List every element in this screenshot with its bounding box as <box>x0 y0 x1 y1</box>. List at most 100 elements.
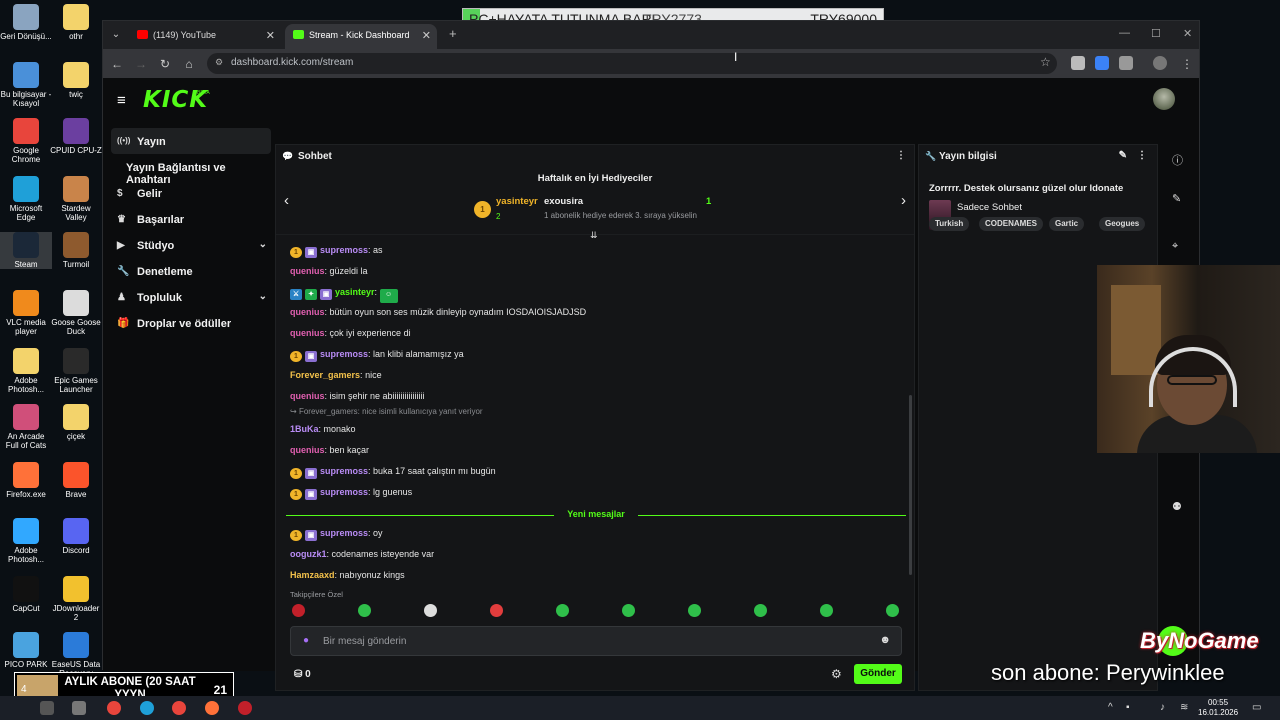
desktop-icon[interactable]: Microsoft Edge <box>0 176 52 222</box>
chat-message[interactable]: 1BuKa: monako <box>290 424 356 434</box>
network-icon[interactable]: ≋ <box>1180 702 1188 713</box>
chat-username[interactable]: supremoss <box>320 528 368 538</box>
emote-icon[interactable] <box>622 604 635 617</box>
chat-message[interactable]: 1 ▣ supremoss: lan klibi alamamışız ya <box>290 349 464 362</box>
desktop-icon[interactable]: Brave <box>50 462 102 499</box>
chat-message-input[interactable]: ● Bir mesaj gönderin ☻ <box>290 626 902 656</box>
new-tab-button[interactable]: + <box>449 26 457 41</box>
chat-message[interactable]: Forever_gamers: nice <box>290 370 382 380</box>
chevron-down-icon[interactable]: ⌄ <box>259 291 267 302</box>
chat-message[interactable]: 1 ▣ supremoss: lg guenus <box>290 487 412 500</box>
more-options-icon[interactable]: ⋮ <box>896 150 906 161</box>
info-icon[interactable]: ⓘ <box>1172 152 1183 168</box>
chat-username[interactable]: Forever_gamers <box>290 370 360 380</box>
desktop-icon[interactable]: twiç <box>50 62 102 99</box>
emoji-icon[interactable]: ☻ <box>879 634 891 646</box>
emote-icon[interactable] <box>424 604 437 617</box>
edit-icon[interactable]: ✎ <box>1119 150 1127 161</box>
reply-context[interactable]: ↪ Forever_gamers: nice isimli kullanıcıy… <box>290 407 483 416</box>
desktop-icon[interactable]: VLC media player <box>0 290 52 336</box>
send-button[interactable]: Gönder <box>854 664 902 684</box>
sidebar-item[interactable]: Yayın Bağlantısı ve Anahtarı <box>111 154 271 186</box>
obs-icon[interactable] <box>238 701 252 715</box>
desktop-icon[interactable]: othr <box>50 4 102 41</box>
chat-username[interactable]: ooguzk1 <box>290 549 327 559</box>
desktop-icon[interactable]: Bu bilgisayar - Kısayol <box>0 62 52 108</box>
stream-tag[interactable]: Geogues <box>1099 217 1146 231</box>
close-icon[interactable]: ✕ <box>422 29 431 42</box>
desktop-icon[interactable]: Google Chrome <box>0 118 52 164</box>
gifter-2-name[interactable]: exousira <box>544 196 583 207</box>
chat-message[interactable]: quenius: isim şehir ne abiiiiiiiiiiiiiii… <box>290 391 425 401</box>
stream-tag[interactable]: CODENAMES <box>979 217 1044 231</box>
tab-search-icon[interactable]: ⌄ <box>107 26 125 44</box>
channel-points[interactable]: ⛁ 0 <box>294 669 311 680</box>
desktop-icon[interactable]: Stardew Valley <box>50 176 102 222</box>
microphone-icon[interactable]: ● <box>303 635 309 646</box>
chat-username[interactable]: yasinteyr <box>335 287 375 297</box>
more-options-icon[interactable]: ⋮ <box>1137 150 1147 161</box>
chat-username[interactable]: Hamzaaxd <box>290 570 335 580</box>
chat-username[interactable]: quenius <box>290 307 325 317</box>
emote-icon[interactable] <box>292 604 305 617</box>
desktop-icon[interactable]: CapCut <box>0 576 52 613</box>
emote-icon[interactable] <box>556 604 569 617</box>
emote-icon[interactable] <box>490 604 503 617</box>
site-info-icon[interactable]: ⚙ <box>215 57 223 68</box>
search-icon[interactable] <box>40 701 54 715</box>
chat-scrollbar[interactable] <box>909 395 912 575</box>
clock[interactable]: 00:55 16.01.2026 <box>1198 698 1238 718</box>
sidebar-item[interactable]: ▶ Stüdyo ⌄ <box>111 232 271 258</box>
chat-message[interactable]: ooguzk1: codenames isteyende var <box>290 549 434 559</box>
desktop-icon[interactable]: JDownloader 2 <box>50 576 102 622</box>
chat-username[interactable]: supremoss <box>320 487 368 497</box>
sidebar-item[interactable]: 🎁 Droplar ve ödüller <box>111 310 271 336</box>
chat-username[interactable]: 1BuKa <box>290 424 319 434</box>
maximize-button[interactable]: ☐ <box>1151 27 1161 40</box>
pencil-icon[interactable]: ✎ <box>1172 192 1181 205</box>
chat-username[interactable]: quenius <box>290 328 325 338</box>
desktop-icon[interactable]: CPUID CPU-Z <box>50 118 102 155</box>
chat-message[interactable]: ⚔ ✦ ▣ yasinteyr: ☺ <box>290 287 401 303</box>
settings-icon[interactable]: ⚉ <box>1172 500 1182 513</box>
forward-button[interactable]: → <box>132 55 150 73</box>
edge-icon[interactable] <box>140 701 154 715</box>
tab-kick-dashboard[interactable]: Stream - Kick Dashboard ✕ <box>285 24 437 49</box>
puzzle-icon[interactable] <box>1119 56 1133 70</box>
emote-icon[interactable] <box>358 604 371 617</box>
chat-username[interactable]: quenius <box>290 445 325 455</box>
desktop-icon[interactable]: Goose Goose Duck <box>50 290 102 336</box>
desktop-icon[interactable]: Firefox.exe <box>0 462 52 499</box>
tab-youtube[interactable]: (1149) YouTube ✕ <box>129 24 281 49</box>
desktop-icon[interactable]: Turmoil <box>50 232 102 269</box>
desktop-icon[interactable]: PICO PARK <box>0 632 52 669</box>
desktop-icon[interactable]: Adobe Photosh... <box>0 348 52 394</box>
chat-username[interactable]: quenius <box>290 391 325 401</box>
chat-message[interactable]: quenius: güzeldi la <box>290 266 368 276</box>
profile-icon[interactable] <box>1153 56 1167 70</box>
home-icon[interactable]: ⌂ <box>180 55 198 73</box>
sidebar-item[interactable]: ♟ Topluluk ⌄ <box>111 284 271 310</box>
avatar[interactable] <box>1153 88 1175 110</box>
chat-message[interactable]: quenius: ben kaçar <box>290 445 369 455</box>
reload-button[interactable]: ↻ <box>156 55 174 73</box>
chevron-down-icon[interactable]: ⌄ <box>259 239 267 250</box>
sidebar-item[interactable]: ♛ Başarılar <box>111 206 271 232</box>
desktop-icon[interactable]: An Arcade Full of Cats <box>0 404 52 450</box>
back-button[interactable]: ← <box>108 55 126 73</box>
chat-username[interactable]: supremoss <box>320 245 368 255</box>
close-window-button[interactable]: ✕ <box>1183 27 1192 40</box>
tray-app-icon[interactable]: ▪ <box>1126 702 1130 713</box>
chrome-icon[interactable] <box>107 701 121 715</box>
desktop-icon[interactable]: Discord <box>50 518 102 555</box>
task-view-icon[interactable] <box>72 701 86 715</box>
chat-message[interactable]: 1 ▣ supremoss: buka 17 saat çalıştın mı bu… <box>290 466 496 479</box>
url-input[interactable]: ⚙ dashboard.kick.com/stream <box>207 53 1057 74</box>
desktop-icon[interactable]: Geri Dönüşü... <box>0 4 52 41</box>
pinned-icon[interactable]: ⇊ <box>590 230 598 241</box>
chat-message[interactable]: Hamzaaxd: nabıyonuz kings <box>290 570 405 580</box>
category-name[interactable]: Sadece Sohbet <box>957 202 1022 213</box>
chrome-icon[interactable] <box>172 701 186 715</box>
cast-icon[interactable] <box>1071 56 1085 70</box>
chat-username[interactable]: quenius <box>290 266 325 276</box>
